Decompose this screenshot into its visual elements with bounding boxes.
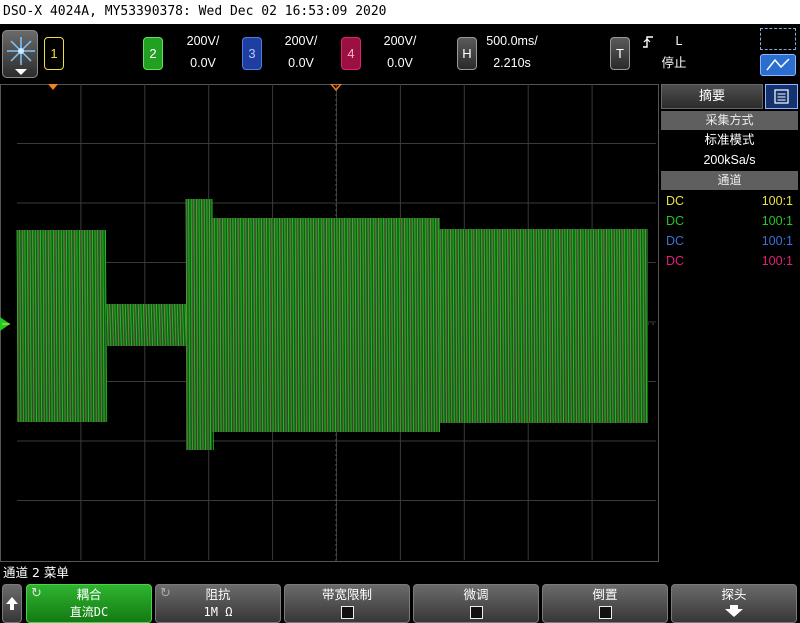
submenu-arrow-icon — [725, 605, 743, 617]
coupling-softkey[interactable]: ↻ 耦合 直流DC — [26, 584, 152, 623]
entry-knob-icon: ↻ — [31, 586, 42, 601]
trigger-delay-marker — [48, 84, 58, 90]
coupling-value: 直流DC — [69, 605, 109, 619]
channel-2-offset: 0.0V — [190, 56, 216, 70]
channel-4-offset: 0.0V — [387, 56, 413, 70]
channels-header: 通道 — [661, 171, 798, 190]
channel-coupling: DC — [666, 234, 685, 248]
channel-4-indicator[interactable]: 4 — [341, 37, 361, 70]
acquisition-status: 停止 — [661, 56, 687, 70]
horizontal-delay: 2.210s — [493, 56, 531, 70]
trigger-mode: L — [675, 34, 683, 48]
channel-probe-ratio: 100:1 — [761, 194, 793, 208]
channel-1-indicator[interactable]: 1 — [44, 37, 64, 70]
summary-panel: 摘要 采集方式 标准模式 200kSa/s 通道 DC 100:1 DC 100:1 D… — [661, 84, 800, 562]
channel-coupling: DC — [666, 194, 685, 208]
window-title: DSO-X 4024A, MY53390378: Wed Dec 02 16:5… — [0, 0, 800, 24]
sample-rate: 200kSa/s — [703, 153, 756, 167]
trigger-indicator[interactable]: T — [610, 37, 630, 70]
bandwidth-limit-label: 带宽限制 — [321, 587, 372, 602]
fine-checkbox[interactable] — [469, 606, 483, 619]
channel-row-4: DC 100:1 — [666, 251, 793, 271]
probe-label: 探头 — [721, 587, 747, 602]
channel-row-1: DC 100:1 — [666, 191, 793, 211]
touch-zoom-area[interactable] — [760, 28, 796, 76]
up-arrow-icon — [6, 597, 18, 610]
invert-label: 倒置 — [592, 587, 618, 602]
channel-3-scale: 200V/ — [284, 34, 318, 48]
entry-knob-icon: ↻ — [160, 586, 171, 601]
zoom-box-icon — [760, 28, 796, 50]
fine-label: 微调 — [463, 587, 489, 602]
agilent-logo-menu-button[interactable] — [2, 30, 38, 78]
acquisition-mode: 标准模式 — [704, 133, 755, 147]
summary-tab[interactable]: 摘要 — [661, 84, 763, 109]
impedance-softkey[interactable]: ↻ 阻抗 1M Ω — [155, 584, 281, 623]
coupling-label: 耦合 — [76, 587, 102, 602]
waveform-display[interactable] — [0, 83, 659, 562]
impedance-value: 1M Ω — [203, 605, 233, 619]
channel-row-2: DC 100:1 — [666, 211, 793, 231]
invert-softkey[interactable]: 倒置 — [542, 584, 668, 623]
panel-menu-button[interactable] — [765, 84, 798, 109]
horizontal-indicator[interactable]: H — [457, 37, 477, 70]
channel-2-scale: 200V/ — [186, 34, 220, 48]
channel-coupling: DC — [666, 214, 685, 228]
channel-2-indicator[interactable]: 2 — [143, 37, 163, 70]
fine-softkey[interactable]: 微调 — [413, 584, 539, 623]
top-status-bar: 1 2 200V/ 0.0V 3 200V/ 0.0V 4 200V/ 0.0V… — [0, 24, 800, 82]
channel-row-3: DC 100:1 — [666, 231, 793, 251]
channel-probe-ratio: 100:1 — [761, 214, 793, 228]
channel-probe-ratio: 100:1 — [761, 234, 793, 248]
list-icon — [774, 89, 789, 104]
menu-title: 通道 2 菜单 — [3, 565, 69, 580]
touch-gesture-icon[interactable] — [760, 54, 796, 76]
channel-3-offset: 0.0V — [288, 56, 314, 70]
bandwidth-limit-softkey[interactable]: 带宽限制 — [284, 584, 410, 623]
bandwidth-limit-checkbox[interactable] — [340, 606, 354, 619]
horizontal-timebase: 500.0ms/ — [486, 34, 538, 48]
softkey-bar: ↻ 耦合 直流DC ↻ 阻抗 1M Ω 带宽限制 微调 倒置 探头 — [0, 584, 800, 623]
rising-edge-icon — [642, 34, 654, 53]
invert-checkbox[interactable] — [598, 606, 612, 619]
channel-coupling: DC — [666, 254, 685, 268]
agilent-spark-icon — [7, 37, 35, 75]
menu-back-button[interactable] — [2, 584, 22, 623]
channel-3-indicator[interactable]: 3 — [242, 37, 262, 70]
probe-softkey[interactable]: 探头 — [671, 584, 797, 623]
impedance-label: 阻抗 — [205, 587, 231, 602]
waveform-graticule — [0, 83, 659, 562]
channel-4-scale: 200V/ — [383, 34, 417, 48]
acquisition-header: 采集方式 — [661, 111, 798, 130]
channel-probe-ratio: 100:1 — [761, 254, 793, 268]
